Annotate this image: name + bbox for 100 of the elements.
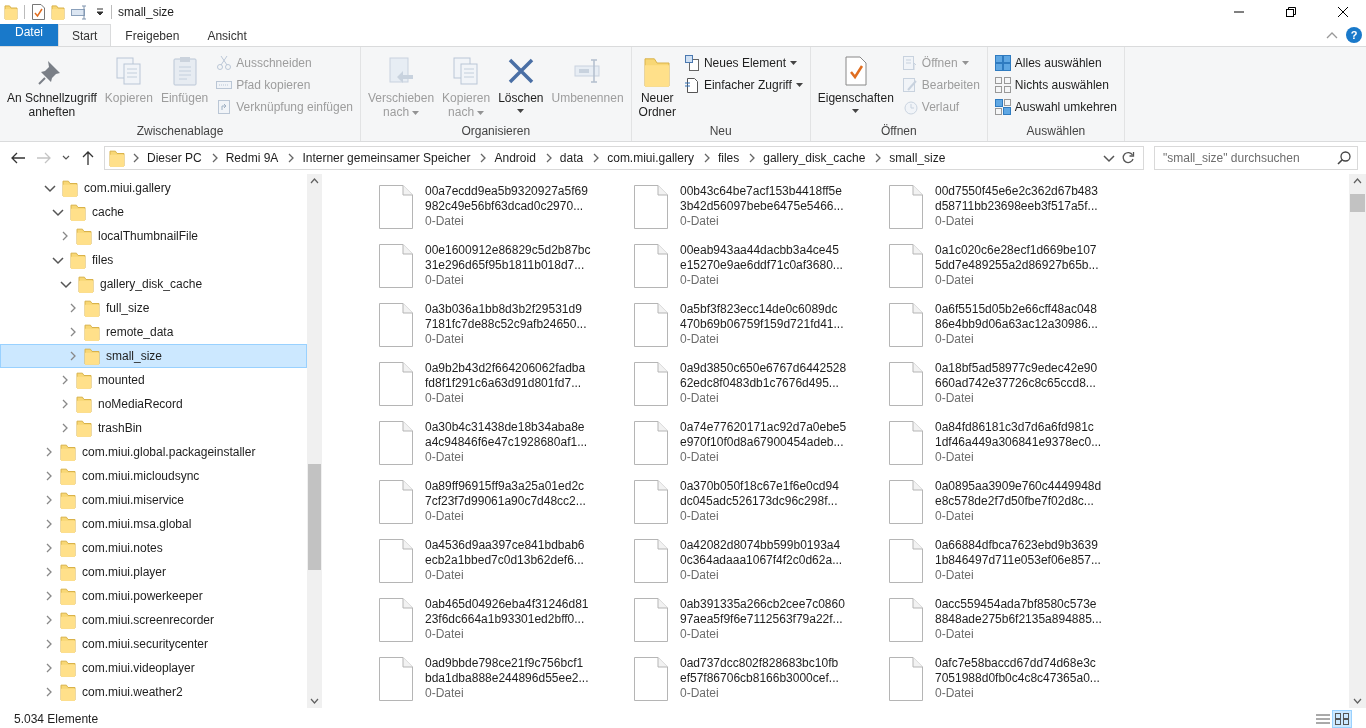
large-icons-view-button[interactable] — [1332, 710, 1352, 728]
ribbon-button[interactable]: Neues Element — [680, 53, 806, 73]
ribbon-button[interactable]: Alles auswählen — [991, 53, 1120, 73]
file-name[interactable]: 0ad9bbde798ce21f9c756bcf1 bda1dba888e244896d55ee2... — [425, 656, 589, 686]
file-name[interactable]: 0a18bf5ad58977c9edec42e90 660ad742e37726c8c65ccd8... — [935, 361, 1098, 391]
file-name[interactable]: 0ab391335a266cb2cee7c0860 97aea5f9f6e7112563f79a22f... — [680, 597, 845, 627]
help-button[interactable]: ? — [1346, 27, 1362, 43]
folder-icon — [76, 395, 92, 413]
tree-item[interactable]: com.miui.videoplayer — [0, 656, 307, 680]
tree-item[interactable]: com.miui.player — [0, 560, 307, 584]
file-name[interactable]: 0a9b2b43d2f664206062fadba fd8f1f291c6a63d91d801fd7... — [425, 361, 586, 391]
tree-item[interactable]: com.miui.miservice — [0, 488, 307, 512]
tree-item[interactable]: remote_data — [0, 320, 307, 344]
breadcrumb[interactable]: data — [557, 151, 586, 165]
tree-item[interactable]: com.miui.notes — [0, 536, 307, 560]
file-type: 0-Datei — [935, 627, 975, 642]
refresh-icon[interactable] — [1121, 151, 1135, 165]
ribbon-button[interactable]: An Schnellzugriff anheften — [4, 51, 100, 121]
file-name[interactable]: 0a4536d9aa397ce841bdbab6 ecb2a1bbed7c0d13b62def6... — [425, 538, 585, 568]
caret-icon — [795, 83, 803, 87]
tree-item[interactable]: com.miui.powerkeeper — [0, 584, 307, 608]
file-name[interactable]: 0a89ff96915ff9a3a25a01ed2c 7cf23f7d99061a90c7d48cc2... — [425, 479, 586, 509]
tree-item[interactable]: noMediaRecord — [0, 392, 307, 416]
file-icon — [634, 598, 668, 642]
ribbon-tab[interactable]: Ansicht — [193, 24, 261, 46]
collapse-ribbon-icon[interactable] — [1326, 31, 1338, 39]
tree-item[interactable]: cache — [0, 200, 307, 224]
file-icon — [379, 421, 413, 465]
tree-item[interactable]: com.miui.gallery — [0, 176, 307, 200]
tree-item[interactable]: mounted — [0, 368, 307, 392]
breadcrumb[interactable]: gallery_disk_cache — [761, 151, 868, 165]
ribbon-button[interactable]: Einfacher Zugriff — [680, 75, 806, 95]
file-name[interactable]: 0afc7e58baccd67dd74d68e3c 7051988d0fb0c4c8c47365a0... — [935, 656, 1100, 686]
address-bar[interactable]: Dieser PC Redmi 9A Interner gemeinsamer Speicher Android data com.miui.gallery files gallery_disk_cache small_size — [104, 146, 1144, 170]
ribbon-tab[interactable]: Freigeben — [111, 24, 194, 46]
file-name[interactable]: 00b43c64be7acf153b4418ff5e 3b42d56097bebe6475e5466... — [680, 184, 844, 214]
file-name[interactable]: 0a66884dfbca7623ebd9b3639 1b846497d711e053ef06e857... — [935, 538, 1101, 568]
breadcrumb[interactable]: Interner gemeinsamer Speicher — [300, 151, 473, 165]
file-name[interactable]: 0a6f5515d05b2e66cff48ac048 86e4bb9d06a63ac12a30986... — [935, 302, 1098, 332]
properties-icon[interactable] — [31, 4, 45, 20]
file-icon — [379, 303, 413, 347]
file-name[interactable]: 0a74e77620171ac92d7a0ebe5 e970f10f0d8a67900454adeb... — [680, 420, 847, 450]
tree-item[interactable]: com.miui.weather2 — [0, 680, 307, 704]
folder-icon — [76, 371, 92, 389]
file-name[interactable]: 00d7550f45e6e2c362d67b483 d58711bb23698eeb3f517a5f... — [935, 184, 1098, 214]
window-title: small_size — [118, 5, 174, 19]
chevron-down-icon[interactable] — [1103, 152, 1115, 164]
tree-item[interactable]: files — [0, 248, 307, 272]
back-icon — [10, 150, 26, 166]
ribbon-button[interactable]: Löschen — [495, 51, 547, 115]
ribbon-button[interactable]: Eigenschaften — [814, 51, 897, 115]
scroll-thumb[interactable] — [1350, 194, 1365, 212]
tree-item[interactable]: full_size — [0, 296, 307, 320]
breadcrumb[interactable]: Dieser PC — [145, 151, 204, 165]
ribbon-button[interactable]: Auswahl umkehren — [991, 97, 1120, 117]
tree-item[interactable]: com.miui.micloudsync — [0, 464, 307, 488]
file-name[interactable]: 0a30b4c31438de18b34aba8e a4c94846f6e47c1928680af1... — [425, 420, 588, 450]
tree-item[interactable]: com.miui.global.packageinstaller — [0, 440, 307, 464]
folder-icon[interactable] — [4, 4, 18, 20]
breadcrumb[interactable]: Android — [492, 151, 538, 165]
file-name[interactable]: 0a84fd86181c3d7d6a6fd981c 1df46a449a306841e9378ec0... — [935, 420, 1102, 450]
file-name[interactable]: 00a7ecdd9ea5b9320927a5f69 982c49e56bf63dcad0c2970... — [425, 184, 588, 214]
tree-item[interactable]: com.miui.msa.global — [0, 512, 307, 536]
file-name[interactable]: 0a3b036a1bb8d3b2f29531d9 7181fc7de88c52c9afb24650... — [425, 302, 587, 332]
breadcrumb[interactable]: com.miui.gallery — [605, 151, 696, 165]
search-field[interactable]: "small_size" durchsuchen — [1154, 146, 1358, 170]
tree-item[interactable]: com.miui.securitycenter — [0, 632, 307, 656]
breadcrumb[interactable]: small_size — [887, 151, 948, 165]
tree-item[interactable]: trashBin — [0, 416, 307, 440]
file-name[interactable]: 0a9d3850c650e6767d6442528 62edc8f0483db1c7676d495... — [680, 361, 847, 391]
tree-item[interactable]: small_size — [0, 344, 307, 368]
scrollbar[interactable] — [1349, 174, 1366, 708]
file-name[interactable]: 0ad737dcc802f828683bc10fb ef57f86706cb8166b3000cef... — [680, 656, 839, 686]
file-name[interactable]: 00eab943aa44dacbb3a4ce45 e15270e9ae6ddf71c0af3680... — [680, 243, 843, 273]
file-name[interactable]: 0a1c020c6e28ecf1d669be107 5dd7e489255a2d86927b65b... — [935, 243, 1099, 273]
breadcrumb[interactable]: Redmi 9A — [223, 151, 281, 165]
file-name[interactable]: 0acc559454ada7bf8580c573e 8848ade275b6f2135a894885... — [935, 597, 1102, 627]
ribbon-button[interactable]: Nichts auswählen — [991, 75, 1120, 95]
breadcrumb[interactable]: files — [715, 151, 742, 165]
file-icon — [889, 185, 923, 229]
file-name[interactable]: 0a370b050f18c67e1f6e0cd94 dc045adc526173dc96c298f... — [680, 479, 839, 509]
ribbon-tab[interactable]: Start — [58, 24, 112, 46]
file-name[interactable]: 0ab465d04926eba4f31246d81 23f6dc664a1b93301ed2bff0... — [425, 597, 589, 627]
file-name[interactable]: 0a42082d8074bb599b0193a4 0c364adaaa1067f4f2c0d62a... — [680, 538, 843, 568]
scrollbar[interactable] — [307, 174, 322, 708]
file-icon — [634, 657, 668, 701]
file-name[interactable]: 0a5bf3f823ecc14de0c6089dc 470b69b06759f159d721fd41... — [680, 302, 844, 332]
ribbon-button[interactable]: Neuer Ordner — [635, 51, 679, 121]
chevron-down-icon — [52, 206, 64, 218]
caret-icon[interactable] — [95, 7, 105, 17]
rename-icon[interactable] — [71, 4, 89, 20]
file-name[interactable]: 00e1600912e86829c5d2b87bc 31e296d65f95b1811b018d7... — [425, 243, 591, 273]
tree-item[interactable]: gallery_disk_cache — [0, 272, 307, 296]
scroll-thumb[interactable] — [308, 464, 321, 570]
tree-item[interactable]: com.miui.screenrecorder — [0, 608, 307, 632]
file-name[interactable]: 0a0895aa3909e760c4449948d e8c578de2f7d50fbe7f02d8c... — [935, 479, 1102, 509]
folder-icon[interactable] — [51, 4, 65, 20]
ribbon-tab[interactable]: Datei — [0, 24, 58, 46]
tree-item[interactable]: localThumbnailFile — [0, 224, 307, 248]
caret-icon — [517, 109, 525, 113]
